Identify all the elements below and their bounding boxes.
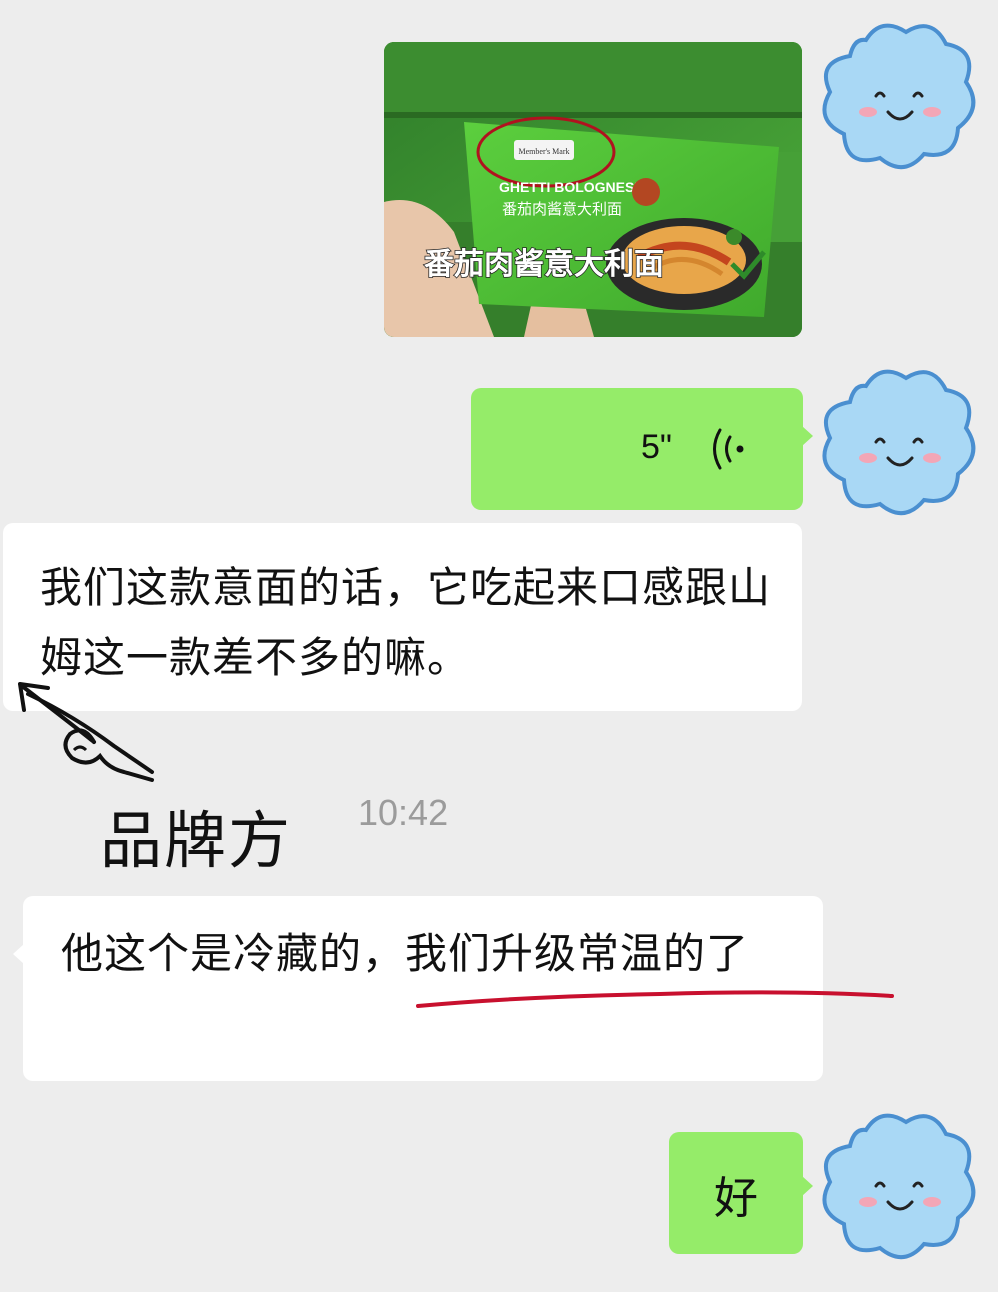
red-underline-annotation [416,990,894,1008]
package-name: 番茄肉酱意大利面 [502,200,622,218]
voice-wave-icon [713,428,744,470]
message-timestamp: 10:42 [358,792,449,833]
image-message[interactable]: Member's Mark GHETTI BOLOGNESE 番茄肉酱意大利面 … [384,42,802,337]
smiling-cloud-icon[interactable] [806,356,988,534]
package-brand: Member's Mark [519,147,570,156]
brand-annotation-label: 品牌方 [100,804,293,877]
product-banner-text: 番茄肉酱意大利面 [424,247,664,282]
bubble-tail [13,944,24,964]
product-photo: Member's Mark GHETTI BOLOGNESE 番茄肉酱意大利面 … [384,42,802,337]
voice-duration: 5" [641,428,672,466]
package-subtitle: GHETTI BOLOGNESE [499,179,644,195]
message-text: 他这个是冷藏的，我们升级常温的了 [61,929,750,978]
arrow-annotation-icon [18,682,154,782]
voice-message-bubble[interactable]: 5" [471,388,813,510]
message-text: 我们这款意面的话，它吃起来口感跟山姆这一款差不多的嘛。 [40,563,772,682]
message-bubble[interactable]: 好 [669,1132,813,1254]
smiling-cloud-icon[interactable] [806,10,988,188]
smiling-cloud-icon[interactable] [806,1100,988,1278]
message-text: 好 [714,1173,758,1224]
